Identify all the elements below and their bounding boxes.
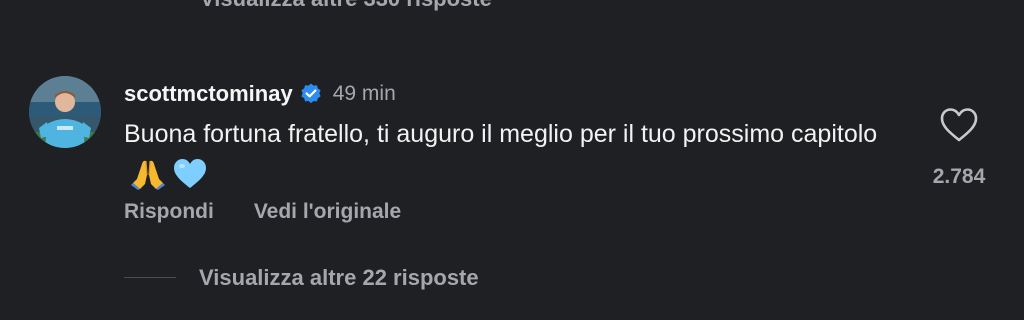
verified-badge-icon [299, 82, 323, 106]
replies-divider [124, 277, 176, 278]
light-blue-heart-emoji [173, 159, 206, 189]
comment-timestamp: 49 min [332, 82, 396, 105]
comment-header: scottmctominay 49 min [124, 79, 396, 109]
like-button[interactable] [939, 106, 979, 144]
comment-text: Buona fortuna fratello, ti auguro il meg… [124, 118, 884, 191]
heart-outline-icon [940, 108, 978, 142]
avatar[interactable] [29, 76, 101, 148]
view-more-replies-link[interactable]: Visualizza altre 22 risposte [199, 265, 479, 291]
comment-emojis [130, 157, 207, 191]
avatar-image [29, 76, 101, 148]
comment-actions: Rispondi Vedi l'originale [124, 200, 441, 224]
folded-hands-emoji [131, 161, 165, 191]
reply-button[interactable]: Rispondi [124, 200, 214, 224]
comment-body: Buona fortuna fratello, ti auguro il meg… [124, 120, 878, 148]
username[interactable]: scottmctominay [124, 81, 293, 107]
previous-thread-more-replies-link[interactable]: Visualizza altre 330 risposte [200, 0, 492, 12]
see-original-button[interactable]: Vedi l'originale [254, 200, 401, 224]
like-count: 2.784 [932, 165, 986, 188]
